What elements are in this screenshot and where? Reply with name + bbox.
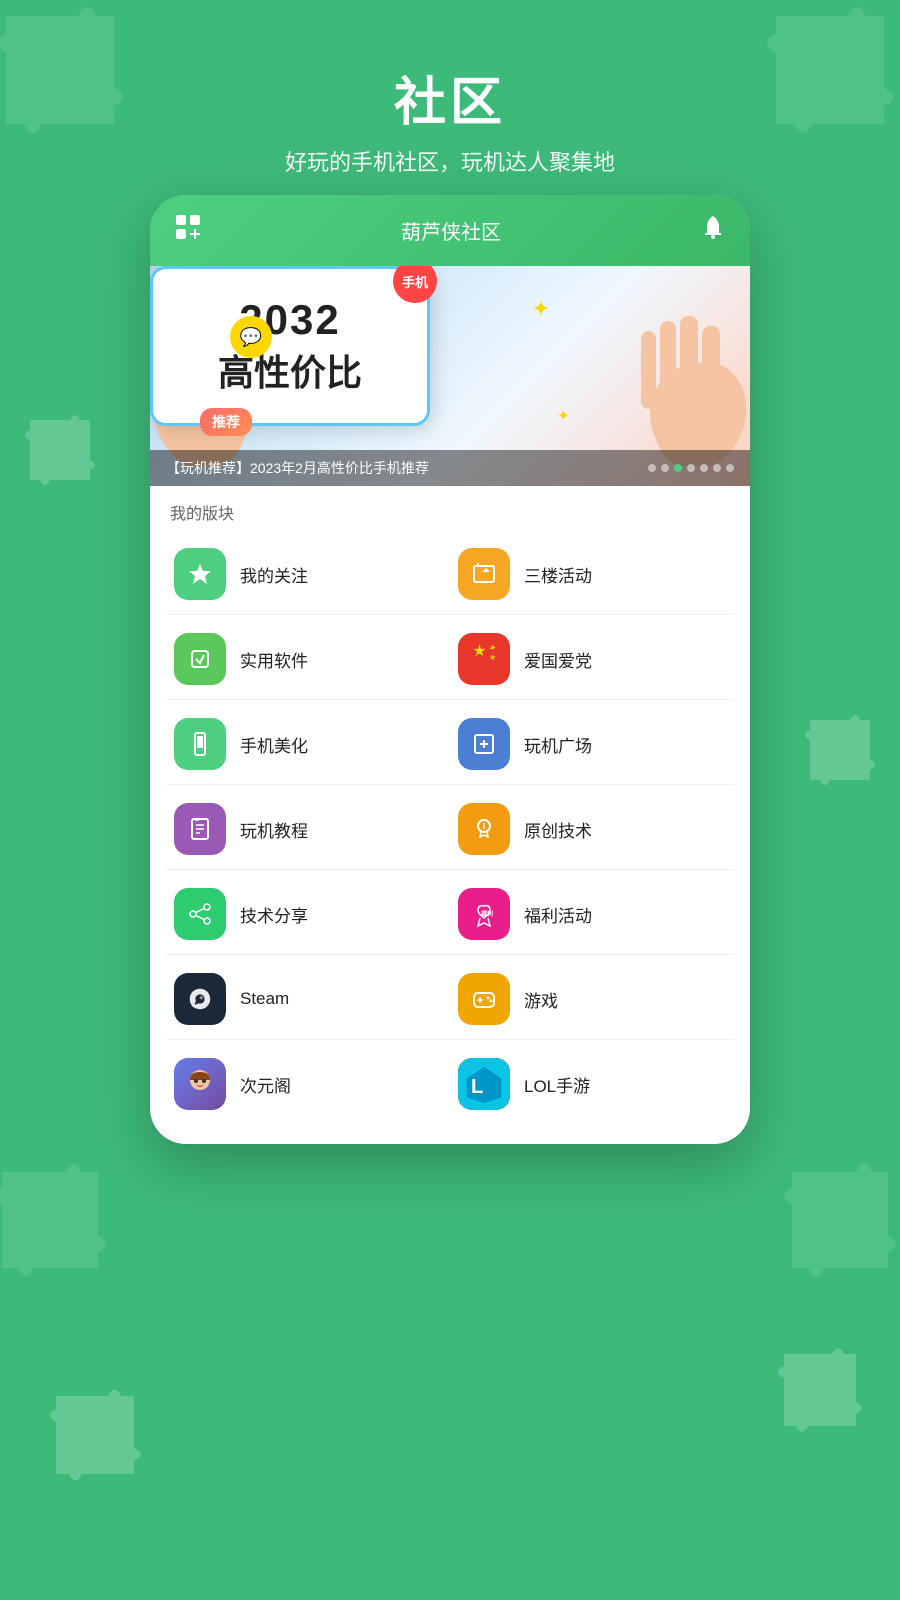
- menu-row-2: 实用软件 ★ ★ ★ 爱国爱党: [166, 619, 734, 700]
- banner-area[interactable]: 💬 ✦ ✦ ✦ 2032 高性价比 手机 推荐 【玩机推荐】2023年2月高性价…: [150, 266, 750, 486]
- app-header: 葫芦侠社区: [150, 195, 750, 266]
- my-follow-label: 我的关注: [240, 562, 308, 587]
- welfare-label: 福利活动: [524, 902, 592, 927]
- original-tech-icon: [458, 803, 510, 855]
- app-header-title: 葫芦侠社区: [401, 216, 501, 245]
- dot-6: [713, 464, 721, 472]
- dot-3: [674, 464, 682, 472]
- menu-item-play-tutorial[interactable]: 玩机教程: [166, 789, 450, 870]
- games-icon: [458, 973, 510, 1025]
- notification-bell-icon[interactable]: [700, 214, 726, 247]
- menu-row-4: 玩机教程 原创技术: [166, 789, 734, 870]
- menu-item-3f-activity[interactable]: 三楼活动: [450, 534, 734, 615]
- banner-phone-tag: 手机: [393, 266, 437, 303]
- steam-icon: [174, 973, 226, 1025]
- page-title: 社区: [0, 60, 900, 135]
- dot-4: [687, 464, 695, 472]
- play-square-label: 玩机广场: [524, 732, 592, 757]
- original-tech-label: 原创技术: [524, 817, 592, 842]
- 3f-activity-icon: [458, 548, 510, 600]
- banner-caption-text: 【玩机推荐】2023年2月高性价比手机推荐: [166, 458, 429, 478]
- my-follow-icon: [174, 548, 226, 600]
- page-title-area: 社区 好玩的手机社区，玩机达人聚集地: [0, 0, 900, 192]
- menu-item-useful-software[interactable]: 实用软件: [166, 619, 450, 700]
- menu-item-tech-share[interactable]: 技术分享: [166, 874, 450, 955]
- phone-beauty-label: 手机美化: [240, 732, 308, 757]
- useful-software-label: 实用软件: [240, 647, 308, 672]
- menu-row-5: 技术分享 福利 福利活动: [166, 874, 734, 955]
- play-tutorial-icon: [174, 803, 226, 855]
- recommend-badge: 推荐: [200, 408, 252, 436]
- anime-label: 次元阁: [240, 1072, 291, 1097]
- patriot-label: 爱国爱党: [524, 647, 592, 672]
- menu-item-games[interactable]: 游戏: [450, 959, 734, 1040]
- star-deco-3: ✦: [557, 406, 570, 426]
- play-tutorial-label: 玩机教程: [240, 817, 308, 842]
- menu-item-patriot[interactable]: ★ ★ ★ 爱国爱党: [450, 619, 734, 700]
- menu-item-my-follow[interactable]: 我的关注: [166, 534, 450, 615]
- phone-beauty-icon: [174, 718, 226, 770]
- banner-dots: [648, 464, 734, 472]
- menu-row-3: 手机美化 玩机广场: [166, 704, 734, 785]
- menu-item-steam[interactable]: Steam: [166, 959, 450, 1040]
- useful-software-icon: [174, 633, 226, 685]
- steam-label: Steam: [240, 989, 289, 1009]
- welfare-icon: 福利: [458, 888, 510, 940]
- star-deco-1: ✦: [532, 296, 550, 322]
- menu-item-welfare[interactable]: 福利 福利活动: [450, 874, 734, 955]
- menu-item-play-square[interactable]: 玩机广场: [450, 704, 734, 785]
- grid-add-icon[interactable]: [174, 213, 202, 248]
- play-square-icon: [458, 718, 510, 770]
- menu-item-lol-mobile[interactable]: L LOL手游: [450, 1044, 734, 1124]
- menu-item-anime[interactable]: 次元阁: [166, 1044, 450, 1124]
- page-subtitle: 好玩的手机社区，玩机达人聚集地: [0, 145, 900, 177]
- menu-row-1: 我的关注 三楼活动: [166, 534, 734, 615]
- dot-7: [726, 464, 734, 472]
- section-my-blocks-label: 我的版块: [150, 486, 750, 534]
- phone-frame: 葫芦侠社区: [150, 195, 750, 1144]
- tech-share-icon: [174, 888, 226, 940]
- menu-item-phone-beauty[interactable]: 手机美化: [166, 704, 450, 785]
- tech-share-label: 技术分享: [240, 902, 308, 927]
- menu-row-7: 次元阁 L LOL手游: [166, 1044, 734, 1124]
- menu-grid: 我的关注 三楼活动: [150, 534, 750, 1144]
- svg-text:福利: 福利: [480, 910, 493, 918]
- games-label: 游戏: [524, 987, 558, 1012]
- 3f-activity-label: 三楼活动: [524, 562, 592, 587]
- banner-caption: 【玩机推荐】2023年2月高性价比手机推荐: [150, 450, 750, 486]
- dot-5: [700, 464, 708, 472]
- menu-item-original-tech[interactable]: 原创技术: [450, 789, 734, 870]
- lol-mobile-label: LOL手游: [524, 1072, 590, 1097]
- dot-1: [648, 464, 656, 472]
- svg-text:L: L: [471, 1076, 483, 1098]
- phone-frame-wrapper: 葫芦侠社区: [150, 195, 750, 1144]
- chat-bubble-deco: 💬: [230, 316, 272, 358]
- lol-mobile-icon: L: [458, 1058, 510, 1110]
- banner-card: 2032 高性价比 手机: [150, 266, 430, 426]
- dot-2: [661, 464, 669, 472]
- menu-row-6: Steam 游戏: [166, 959, 734, 1040]
- patriot-icon: ★ ★ ★: [458, 633, 510, 685]
- anime-icon: [174, 1058, 226, 1110]
